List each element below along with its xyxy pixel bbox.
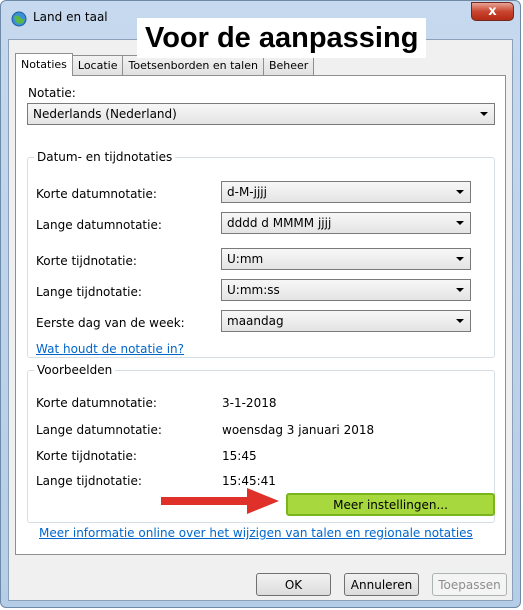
example-long-time-label: Lange tijdnotatie:	[36, 474, 142, 488]
notaties-panel: Notatie: Nederlands (Nederland) Datum- e…	[15, 75, 506, 555]
apply-button[interactable]: Toepassen	[432, 573, 507, 596]
formats-group-title: Datum- en tijdnotaties	[34, 150, 176, 164]
example-short-time-label: Korte tijdnotatie:	[36, 449, 137, 463]
examples-group-title: Voorbeelden	[34, 363, 116, 377]
chevron-down-icon	[480, 112, 488, 116]
short-date-label: Korte datumnotatie:	[36, 187, 157, 201]
more-info-link[interactable]: Meer informatie online over het wijzigen…	[39, 526, 473, 540]
long-date-dropdown[interactable]: dddd d MMMM jjjj	[221, 212, 471, 234]
dialog-window: Land en taal x Voor de aanpassing Notati…	[0, 0, 521, 608]
example-short-date-value: 3-1-2018	[222, 396, 277, 410]
overlay-caption: Voor de aanpassing	[137, 18, 427, 58]
notatie-value: Nederlands (Nederland)	[33, 107, 177, 121]
notation-help-link[interactable]: Wat houdt de notatie in?	[36, 342, 184, 356]
chevron-down-icon	[456, 319, 464, 323]
short-time-dropdown[interactable]: U:mm	[221, 248, 471, 270]
example-short-time-value: 15:45	[222, 449, 257, 463]
tab-beheer[interactable]: Beheer	[262, 55, 315, 76]
chevron-down-icon	[456, 221, 464, 225]
chevron-down-icon	[456, 257, 464, 261]
example-long-time-value: 15:45:41	[222, 474, 276, 488]
cancel-button[interactable]: Annuleren	[344, 573, 419, 596]
long-time-label: Lange tijdnotatie:	[36, 285, 142, 299]
long-time-dropdown[interactable]: U:mm:ss	[221, 279, 471, 301]
window-title: Land en taal	[33, 10, 108, 24]
long-date-label: Lange datumnotatie:	[36, 218, 162, 232]
notatie-label: Notatie:	[28, 86, 76, 100]
short-time-label: Korte tijdnotatie:	[36, 254, 137, 268]
tab-notaties[interactable]: Notaties	[15, 53, 73, 76]
first-day-value: maandag	[227, 314, 284, 328]
chevron-down-icon	[456, 190, 464, 194]
close-icon: x	[488, 4, 497, 19]
close-button[interactable]: x	[471, 2, 514, 21]
example-long-date-value: woensdag 3 januari 2018	[222, 423, 375, 437]
example-long-date-label: Lange datumnotatie:	[36, 423, 162, 437]
example-short-date-label: Korte datumnotatie:	[36, 396, 157, 410]
first-day-label: Eerste dag van de week:	[36, 316, 185, 330]
long-time-value: U:mm:ss	[227, 283, 280, 297]
more-settings-button[interactable]: Meer instellingen...	[286, 493, 495, 516]
first-day-dropdown[interactable]: maandag	[221, 310, 471, 332]
red-arrow-annotation	[161, 488, 279, 514]
tab-locatie[interactable]: Locatie	[71, 55, 124, 76]
globe-icon	[11, 11, 27, 27]
short-date-value: d-M-jjjj	[227, 185, 267, 199]
short-time-value: U:mm	[227, 252, 264, 266]
chevron-down-icon	[456, 288, 464, 292]
long-date-value: dddd d MMMM jjjj	[227, 216, 332, 230]
short-date-dropdown[interactable]: d-M-jjjj	[221, 181, 471, 203]
ok-button[interactable]: OK	[256, 573, 331, 596]
dialog-client: Notaties Locatie Toetsenborden en talen …	[8, 39, 513, 601]
tab-toetsenborden[interactable]: Toetsenborden en talen	[122, 55, 264, 76]
notatie-dropdown[interactable]: Nederlands (Nederland)	[27, 103, 495, 125]
